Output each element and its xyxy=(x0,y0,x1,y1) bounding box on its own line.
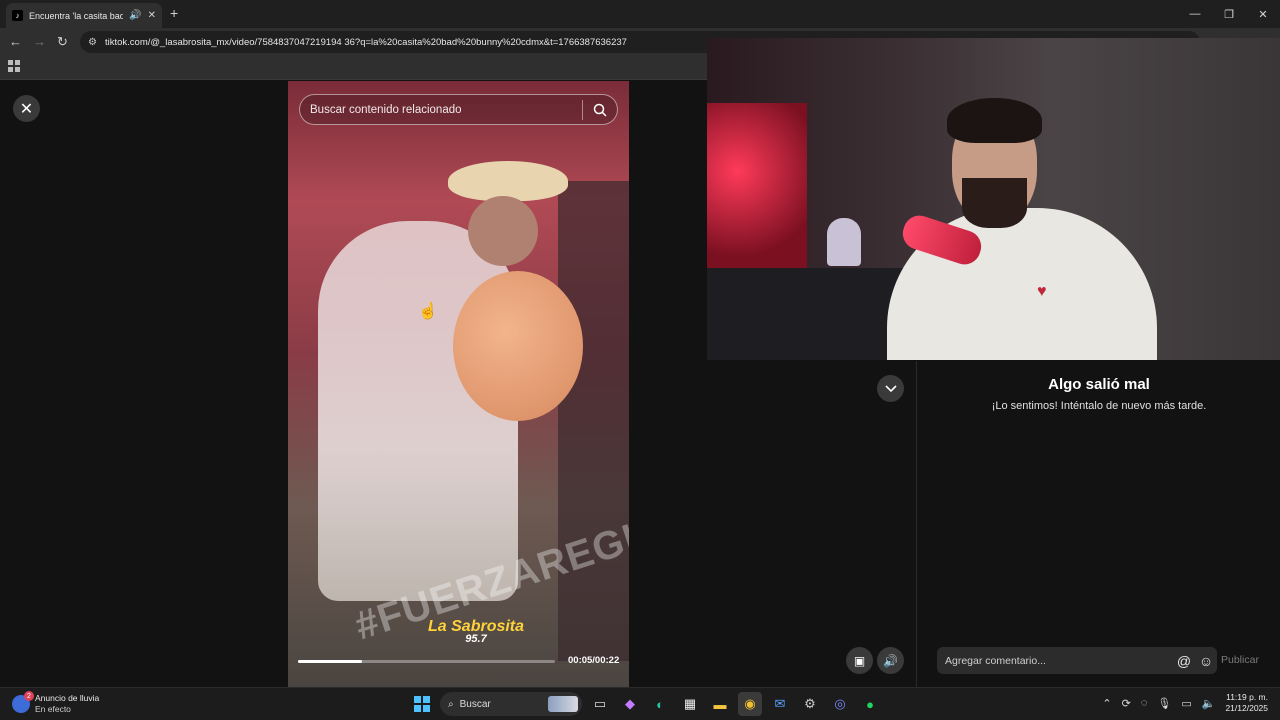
related-search-input[interactable]: Buscar contenido relacionado xyxy=(299,94,618,125)
new-tab-button[interactable]: + xyxy=(170,5,178,21)
file-explorer-icon[interactable]: ▬ xyxy=(708,692,732,716)
window-controls: — ❐ ✕ xyxy=(1178,0,1280,28)
display-icon[interactable]: ▭ xyxy=(1181,697,1191,710)
url-text: tiktok.com/@_lasabrosita_mx/video/758483… xyxy=(104,36,627,48)
volume-icon: 🔊 xyxy=(883,653,898,668)
mention-icon[interactable]: @ xyxy=(1173,653,1195,669)
settings-icon[interactable]: ⚙ xyxy=(798,692,822,716)
webcam-overlay: ♥ xyxy=(707,38,1280,360)
weather-icon: 2 xyxy=(12,691,34,713)
search-icon: ⌕ xyxy=(448,698,454,710)
edge-icon[interactable]: ◐ xyxy=(648,692,672,716)
microphone-icon[interactable]: 🎙 xyxy=(1157,697,1171,710)
chevron-down-button[interactable] xyxy=(877,375,904,402)
search-placeholder: Buscar contenido relacionado xyxy=(310,103,462,116)
video-progress-bar[interactable] xyxy=(298,660,555,663)
emoji-icon[interactable]: ☺ xyxy=(1195,653,1217,669)
weather-widget[interactable]: 2 Anuncio de lluvia En efecto xyxy=(12,691,100,715)
store-icon[interactable]: ▦ xyxy=(678,692,702,716)
clock-date: 21/12/2025 xyxy=(1225,703,1268,713)
comment-placeholder: Agregar comentario... xyxy=(945,654,1046,667)
hand-cursor-icon: ☝ xyxy=(418,303,438,320)
sync-icon[interactable]: ⟳ xyxy=(1122,697,1131,710)
heart-icon: ♥ xyxy=(1037,283,1047,300)
system-tray: ⌃ ⟳ ◌ 🎙 ▭ 🔈 11:19 p. m. 21/12/2025 xyxy=(1102,692,1268,714)
taskbar: 2 Anuncio de lluvia En efecto ⌕ Buscar ▭… xyxy=(0,687,1280,720)
mini-player-icon: ▣ xyxy=(853,653,866,668)
search-icon[interactable] xyxy=(583,103,617,117)
tiktok-icon: ♪ xyxy=(12,10,23,21)
progress-fill xyxy=(298,660,363,663)
speaker-icon[interactable]: 🔈 xyxy=(1202,697,1216,710)
taskbar-apps: ⌕ Buscar ▭ ◆ ◐ ▦ ▬ ◉ ✉ ⚙ ◎ ● xyxy=(410,692,882,716)
publish-button[interactable]: Publicar xyxy=(1221,654,1259,666)
close-video-button[interactable]: ✕ xyxy=(13,95,40,122)
reload-button[interactable]: ↻ xyxy=(57,34,68,50)
copilot-icon[interactable]: ◆ xyxy=(618,692,642,716)
start-button[interactable] xyxy=(410,692,434,716)
apps-grid-icon[interactable] xyxy=(8,60,20,72)
mail-icon[interactable]: ✉ xyxy=(768,692,792,716)
clock[interactable]: 11:19 p. m. 21/12/2025 xyxy=(1225,692,1268,714)
taskbar-search-label: Buscar xyxy=(459,698,491,710)
video-player[interactable]: #FUERZAREGIDA La Sabrosita 95.7 Buscar c… xyxy=(288,81,629,687)
volume-button[interactable]: 🔊 xyxy=(877,647,904,674)
task-view-icon[interactable]: ▭ xyxy=(588,692,612,716)
speaker-icon[interactable]: 🔊 xyxy=(129,10,141,21)
spotify-icon[interactable]: ● xyxy=(858,692,882,716)
video-time: 00:05/00:22 xyxy=(568,655,620,666)
tab-title: Encuentra 'la casita bad bu xyxy=(29,10,124,21)
restore-button[interactable]: ❐ xyxy=(1212,0,1246,28)
windows-icon xyxy=(414,696,430,712)
back-button[interactable]: ← xyxy=(9,34,22,49)
comment-input[interactable]: Agregar comentario... @ ☺ xyxy=(937,647,1217,674)
browser-tab-active[interactable]: ♪ Encuentra 'la casita bad bu 🔊 ✕ xyxy=(6,3,162,28)
discord-icon[interactable]: ◎ xyxy=(828,692,852,716)
pip-button[interactable]: ▣ xyxy=(846,647,873,674)
tab-strip: ♪ Encuentra 'la casita bad bu 🔊 ✕ + — ❐ … xyxy=(0,0,1280,28)
minimize-button[interactable]: — xyxy=(1178,0,1212,28)
notification-badge: 2 xyxy=(24,691,34,701)
chevron-down-icon xyxy=(884,384,897,392)
site-info-icon[interactable]: ⚙ xyxy=(88,37,97,48)
weather-title: Anuncio de lluvia xyxy=(35,693,100,703)
chevron-up-icon[interactable]: ⌃ xyxy=(1102,697,1111,710)
taskbar-search[interactable]: ⌕ Buscar xyxy=(440,692,582,716)
close-tab-icon[interactable]: ✕ xyxy=(148,10,156,21)
station-logo: La Sabrosita 95.7 xyxy=(428,618,525,646)
error-subtitle: ¡Lo sentimos! Inténtalo de nuevo más tar… xyxy=(991,400,1207,412)
hidden-app-icon[interactable]: ◌ xyxy=(1141,697,1148,709)
forward-button[interactable]: → xyxy=(33,34,46,49)
weather-status: En efecto xyxy=(35,704,71,714)
error-title: Algo salió mal xyxy=(1048,376,1150,393)
close-icon: ✕ xyxy=(19,100,34,118)
chrome-icon[interactable]: ◉ xyxy=(738,692,762,716)
close-window-button[interactable]: ✕ xyxy=(1246,0,1280,28)
clock-time: 11:19 p. m. xyxy=(1226,692,1268,702)
